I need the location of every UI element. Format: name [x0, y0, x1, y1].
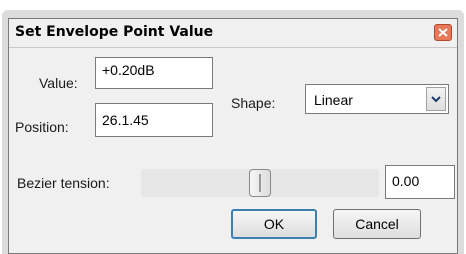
bezier-tension-slider-thumb[interactable]	[249, 169, 271, 197]
chevron-down-icon	[431, 96, 441, 103]
position-label: Position:	[15, 119, 69, 135]
bezier-tension-input[interactable]: 0.00	[385, 165, 455, 199]
bezier-tension-label: Bezier tension:	[17, 175, 110, 191]
slider-grip	[259, 174, 261, 192]
title-bar[interactable]: Set Envelope Point Value	[9, 19, 457, 48]
dropdown-arrow-button[interactable]	[426, 87, 446, 111]
close-button[interactable]	[434, 24, 452, 41]
position-input[interactable]: 26.1.45	[95, 103, 213, 137]
dialog-title: Set Envelope Point Value	[15, 24, 214, 40]
value-label: Value:	[39, 75, 78, 91]
shape-selected-value: Linear	[314, 92, 353, 108]
set-envelope-point-dialog: Set Envelope Point Value Value: +0.20dB …	[8, 18, 458, 254]
shape-label: Shape:	[231, 95, 276, 111]
value-input[interactable]: +0.20dB	[95, 57, 213, 89]
ok-button[interactable]: OK	[231, 209, 317, 239]
cancel-button[interactable]: Cancel	[333, 209, 421, 239]
close-icon	[438, 28, 448, 37]
shape-dropdown[interactable]: Linear	[305, 84, 449, 114]
